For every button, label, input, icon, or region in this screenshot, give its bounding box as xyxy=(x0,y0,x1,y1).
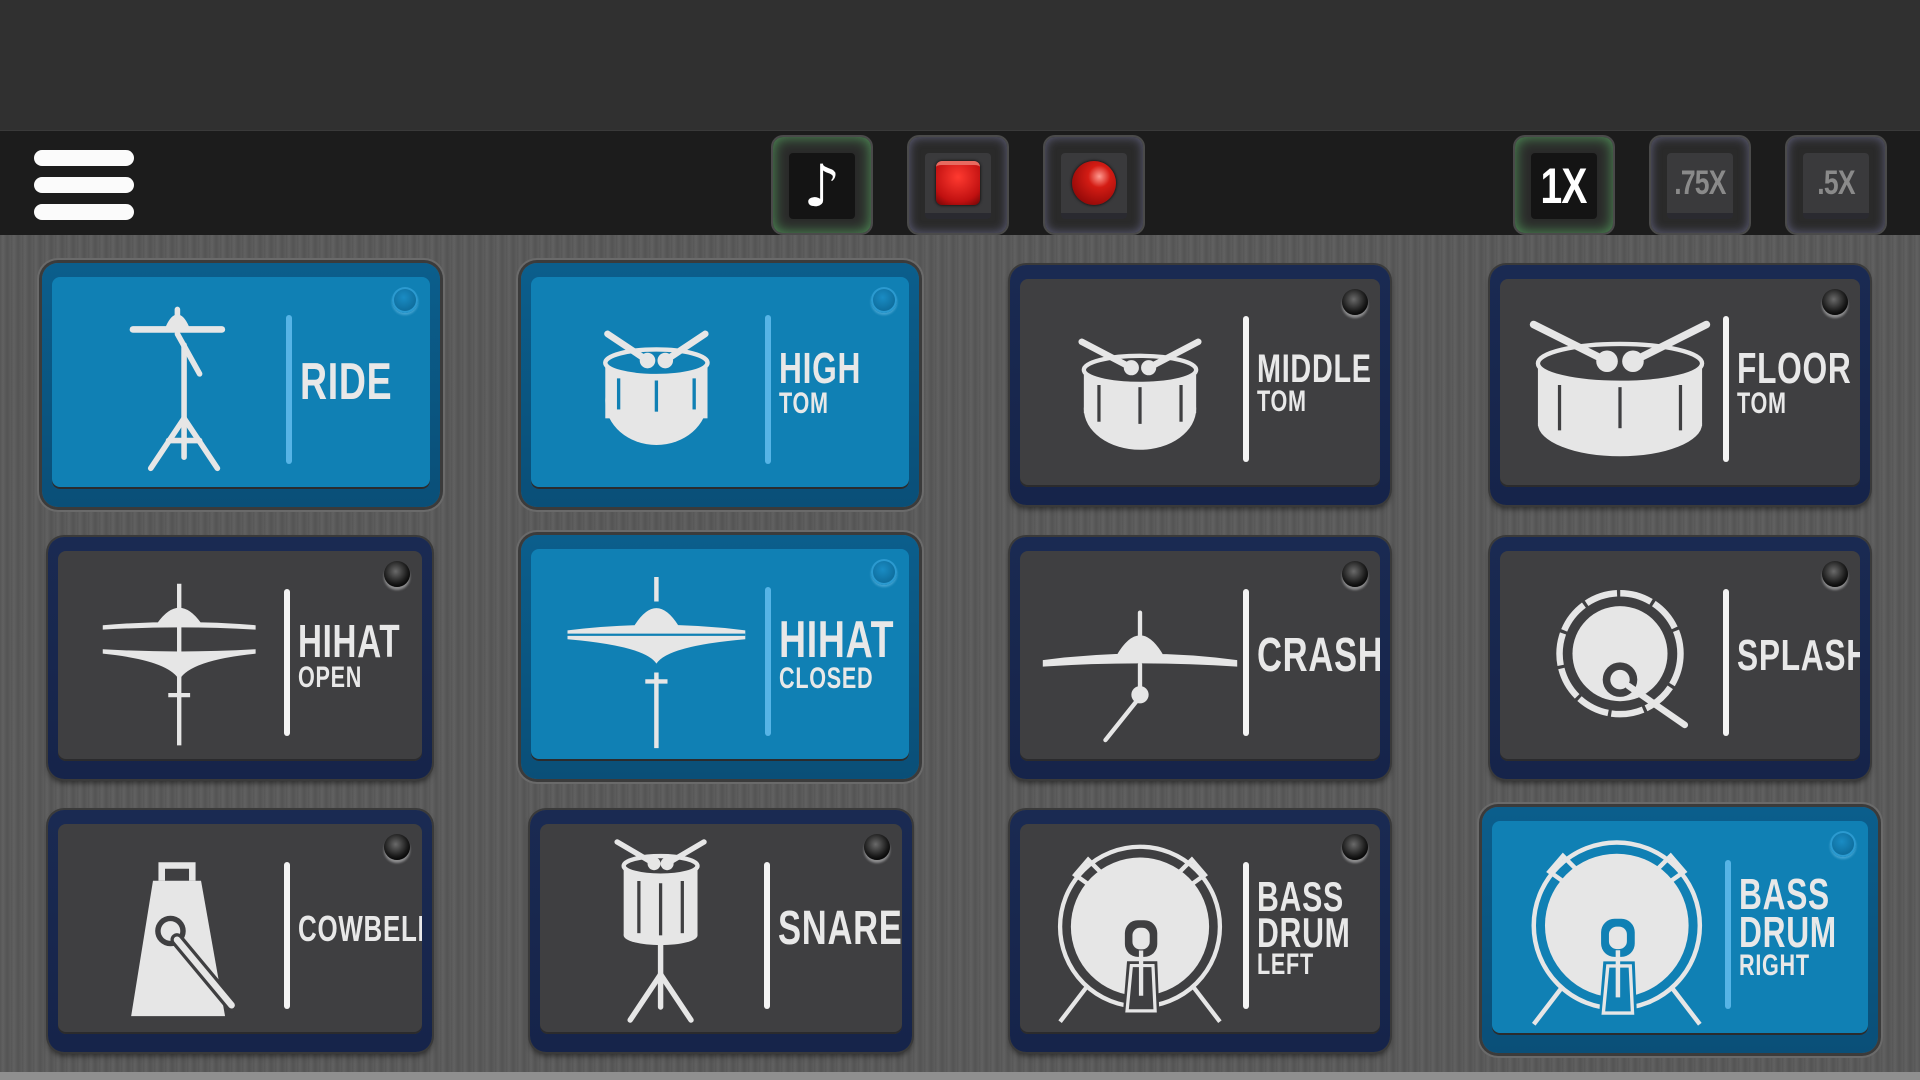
bass-drum-right-icon xyxy=(1504,829,1730,1031)
speed-label: .5X xyxy=(1817,163,1855,202)
speed-05x-button[interactable]: .5X xyxy=(1785,135,1887,235)
crash-cymbal-icon xyxy=(1032,559,1248,757)
status-bar xyxy=(0,0,1920,130)
pad-sublabel: RIGHT xyxy=(1739,948,1810,982)
bass-drum-left-icon xyxy=(1032,832,1248,1030)
drum-pad-grid: RIDE HIGH TOM MIDDLE TOM FLOOR TOM HIHAT… xyxy=(0,235,1920,1080)
pad-label: FLOOR xyxy=(1737,343,1852,393)
pad-divider xyxy=(1243,861,1250,1009)
pad-label: COWBELL xyxy=(297,907,422,949)
pad-divider xyxy=(1723,316,1730,463)
pad-divider xyxy=(765,315,772,464)
stop-icon xyxy=(936,161,980,205)
pad-label: BASS DRUM xyxy=(1257,872,1351,956)
snare-drum-icon xyxy=(552,832,769,1030)
pad-label: HIHAT xyxy=(297,614,401,667)
pad-hihat-open[interactable]: HIHAT OPEN xyxy=(48,537,432,779)
stop-button[interactable] xyxy=(907,135,1009,235)
pad-label: BASS DRUM xyxy=(1739,869,1838,957)
music-note-icon: ♪ xyxy=(803,152,841,220)
pad-sublabel: TOM xyxy=(1737,386,1787,420)
record-button[interactable] xyxy=(1043,135,1145,235)
pad-sublabel: OPEN xyxy=(297,660,362,694)
pad-label: CRASH xyxy=(1257,629,1380,683)
pad-splash[interactable]: SPLASH xyxy=(1490,537,1870,779)
menu-line xyxy=(34,177,134,193)
pad-sublabel: LEFT xyxy=(1257,947,1315,981)
pad-divider xyxy=(283,588,290,736)
pad-label: SNARE xyxy=(778,902,902,956)
speed-label: .75X xyxy=(1674,163,1726,202)
pad-ride[interactable]: RIDE xyxy=(42,263,440,507)
speed-075x-button[interactable]: .75X xyxy=(1649,135,1751,235)
pad-hihat-closed[interactable]: HIHAT CLOSED xyxy=(521,535,919,779)
speed-1x-button[interactable]: 1X xyxy=(1513,135,1615,235)
pad-sublabel: CLOSED xyxy=(779,662,874,696)
pad-divider xyxy=(1723,588,1730,736)
pad-bass-drum-left[interactable]: BASS DRUM LEFT xyxy=(1010,810,1390,1052)
pad-label: MIDDLE xyxy=(1257,346,1372,391)
splash-cymbal-icon xyxy=(1512,559,1728,757)
pad-floor-tom[interactable]: FLOOR TOM xyxy=(1490,265,1870,505)
pad-divider xyxy=(765,587,772,736)
pad-divider xyxy=(283,861,290,1009)
hamburger-menu-icon[interactable] xyxy=(32,147,136,223)
pad-divider xyxy=(1243,588,1250,736)
pad-snare[interactable]: SNARE xyxy=(530,810,912,1052)
pad-sublabel: TOM xyxy=(779,386,830,420)
pad-high-tom[interactable]: HIGH TOM xyxy=(521,263,919,507)
pad-divider xyxy=(286,315,293,464)
pad-sublabel: TOM xyxy=(1257,384,1307,418)
pad-label: RIDE xyxy=(300,353,393,412)
pad-cowbell[interactable]: COWBELL xyxy=(48,810,432,1052)
cowbell-icon xyxy=(70,832,288,1030)
pad-divider xyxy=(764,861,771,1009)
pad-bass-drum-right[interactable]: BASS DRUM RIGHT xyxy=(1482,807,1878,1053)
floor-tom-icon xyxy=(1512,287,1728,483)
middle-tom-icon xyxy=(1032,287,1248,483)
high-tom-icon xyxy=(543,285,770,485)
pad-label: SPLASH xyxy=(1737,631,1860,681)
menu-line xyxy=(34,150,134,166)
rhythm-toggle-button[interactable]: ♪ xyxy=(771,135,873,235)
pad-divider xyxy=(1243,316,1250,463)
pad-crash[interactable]: CRASH xyxy=(1010,537,1390,779)
pad-label: HIGH xyxy=(779,343,862,393)
hihat-open-icon xyxy=(70,559,288,757)
pad-label: HIHAT xyxy=(779,611,895,670)
ride-cymbal-icon xyxy=(64,285,291,485)
pad-middle-tom[interactable]: MIDDLE TOM xyxy=(1010,265,1390,505)
hihat-closed-icon xyxy=(543,557,770,757)
speed-label: 1X xyxy=(1540,158,1588,214)
record-icon xyxy=(1072,161,1116,205)
toolbar: ♪ 1X .75X .5X xyxy=(0,130,1920,235)
pad-divider xyxy=(1725,859,1732,1010)
menu-line xyxy=(34,204,134,220)
